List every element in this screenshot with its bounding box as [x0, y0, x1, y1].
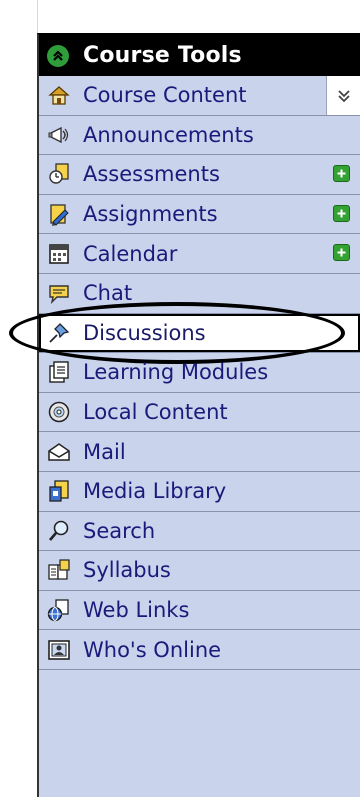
document-stack-icon — [47, 360, 71, 384]
menu-item-local-content[interactable]: Local Content — [39, 393, 360, 433]
double-chevron-up-icon[interactable] — [47, 44, 69, 67]
menu-item-label: Announcements — [83, 122, 254, 147]
menu-item-label: Assignments — [83, 202, 218, 227]
menu-item-label: Local Content — [83, 400, 228, 425]
pushpin-icon — [47, 321, 71, 345]
menu-item-syllabus[interactable]: Syllabus — [39, 551, 360, 591]
menu-item-label: Learning Modules — [83, 360, 269, 385]
stopwatch-icon — [47, 162, 71, 186]
menu-item-label: Web Links — [83, 598, 190, 623]
menu-item-label: Syllabus — [83, 558, 171, 583]
menu-item-assignments[interactable]: Assignments — [39, 195, 360, 235]
cd-icon — [47, 400, 71, 424]
menu-item-course-content[interactable]: Course Content — [39, 76, 360, 116]
menu-item-chat[interactable]: Chat — [39, 274, 360, 314]
menu-item-label: Media Library — [83, 479, 227, 504]
collapse-button[interactable] — [326, 76, 360, 115]
menu-item-label: Who's Online — [83, 637, 222, 662]
person-card-icon — [47, 638, 71, 662]
menu-item-announcements[interactable]: Announcements — [39, 116, 360, 156]
menu-item-learning-modules[interactable]: Learning Modules — [39, 353, 360, 393]
magnifier-icon — [47, 519, 71, 543]
menu-item-label: Search — [83, 518, 156, 543]
menu-item-mail[interactable]: Mail — [39, 432, 360, 472]
menu-item-label: Chat — [83, 281, 133, 306]
left-margin — [0, 0, 38, 797]
speech-bubble-icon — [47, 281, 71, 305]
menu-item-media-library[interactable]: Media Library — [39, 472, 360, 512]
menu-item-whos-online[interactable]: Who's Online — [39, 630, 360, 670]
course-tools-menu: Course Content Announcements Assessments… — [9, 76, 360, 670]
menu-item-label: Mail — [83, 439, 126, 464]
add-icon[interactable] — [333, 165, 350, 183]
menu-item-web-links[interactable]: Web Links — [39, 591, 360, 631]
add-icon[interactable] — [333, 244, 350, 262]
menu-item-discussions[interactable]: Discussions — [9, 301, 360, 364]
add-icon[interactable] — [333, 204, 350, 222]
envelope-icon — [47, 440, 71, 464]
pencil-icon — [47, 202, 71, 227]
menu-item-search[interactable]: Search — [39, 512, 360, 552]
calendar-icon — [47, 242, 71, 266]
course-tools-panel: Course Tools Course Content Announcement… — [9, 33, 360, 797]
house-icon — [47, 83, 71, 107]
menu-item-assessments[interactable]: Assessments — [39, 155, 360, 195]
media-icon — [47, 479, 71, 503]
megaphone-icon — [47, 123, 71, 147]
globe-icon — [47, 598, 71, 622]
book-icon — [47, 558, 71, 582]
menu-item-label: Discussions — [83, 320, 206, 345]
course-tools-header[interactable]: Course Tools — [39, 35, 360, 76]
menu-item-calendar[interactable]: Calendar — [39, 234, 360, 274]
menu-item-label: Assessments — [83, 162, 220, 187]
course-tools-title: Course Tools — [83, 43, 242, 68]
menu-item-label: Calendar — [83, 241, 178, 266]
menu-item-label: Course Content — [83, 83, 247, 108]
